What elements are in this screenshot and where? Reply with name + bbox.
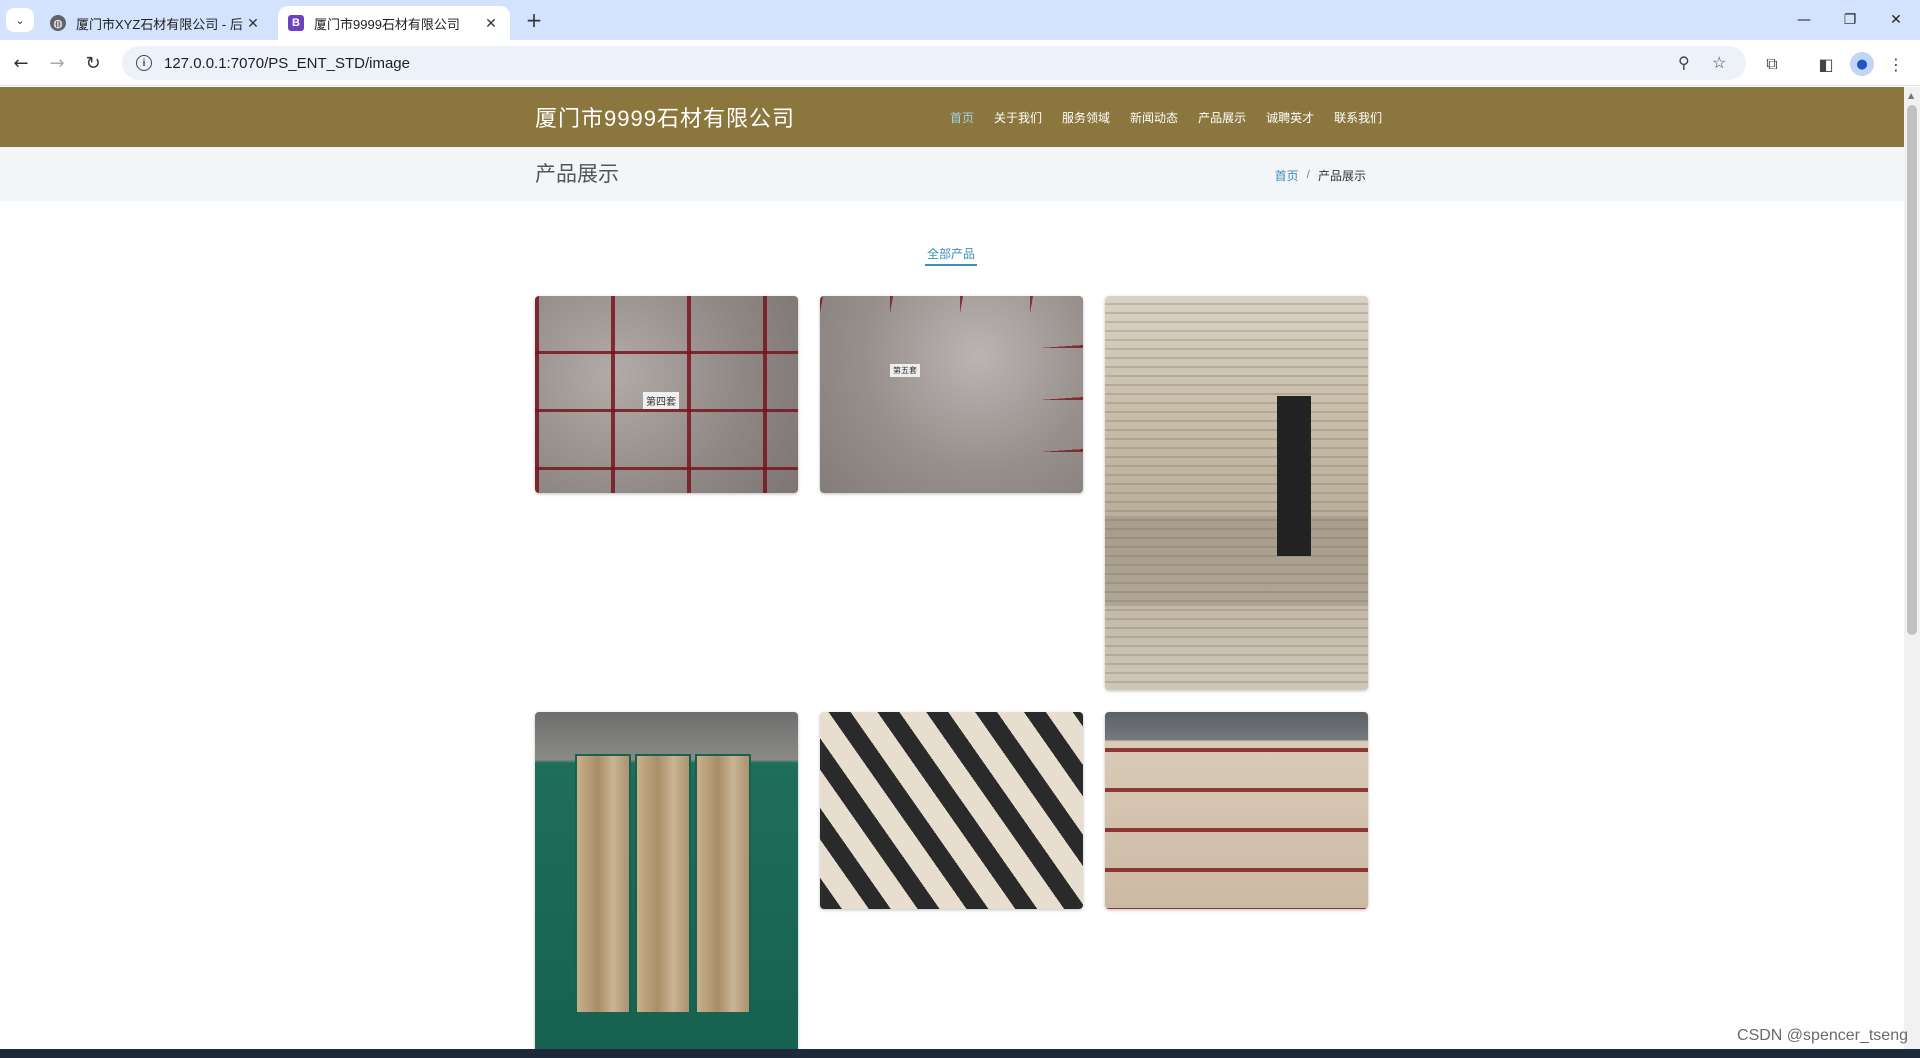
forward-icon[interactable]: →: [42, 48, 72, 78]
page-viewport: 厦门市9999石材有限公司 首页 关于我们 服务领域 新闻动态 产品展示 诚聘英…: [0, 87, 1904, 1049]
extensions-icon[interactable]: ⧉: [1760, 52, 1784, 76]
site-header: 厦门市9999石材有限公司 首页 关于我们 服务领域 新闻动态 产品展示 诚聘英…: [0, 87, 1904, 147]
tab-title: 厦门市XYZ石材有限公司 - 后台: [76, 16, 244, 32]
main-nav: 首页 关于我们 服务领域 新闻动态 产品展示 诚聘英才 联系我们: [940, 109, 1392, 126]
product-image-4[interactable]: [535, 712, 798, 1049]
product-image-5[interactable]: [820, 712, 1083, 909]
breadcrumb: 首页 / 产品展示: [1275, 167, 1366, 184]
address-bar[interactable]: i 127.0.0.1:7070/PS_ENT_STD/image ⚲ ☆: [122, 46, 1746, 80]
reload-icon[interactable]: ↻: [78, 48, 108, 78]
browser-tab-site[interactable]: B 厦门市9999石材有限公司 ✕: [278, 6, 510, 40]
close-window-button[interactable]: ✕: [1874, 4, 1918, 36]
breadcrumb-separator: /: [1306, 167, 1310, 181]
nav-item-products[interactable]: 产品展示: [1188, 109, 1256, 126]
nav-item-contact[interactable]: 联系我们: [1324, 109, 1392, 126]
product-image-2[interactable]: 第五套: [820, 296, 1083, 493]
nav-item-home[interactable]: 首页: [940, 109, 984, 126]
taskbar-strip: [0, 1049, 1920, 1058]
watermark: CSDN @spencer_tseng: [1737, 1027, 1908, 1044]
restore-button[interactable]: ❐: [1828, 4, 1872, 36]
zoom-icon[interactable]: ⚲: [1678, 46, 1690, 80]
product-image-3[interactable]: [1105, 296, 1368, 690]
nav-item-about[interactable]: 关于我们: [984, 109, 1052, 126]
browser-tab-admin[interactable]: ◍ 厦门市XYZ石材有限公司 - 后台 ✕: [40, 6, 272, 40]
globe-icon: ◍: [50, 15, 66, 31]
breadcrumb-current: 产品展示: [1317, 169, 1366, 183]
stone-slab: [635, 754, 691, 1014]
new-tab-button[interactable]: +: [520, 8, 548, 32]
browser-toolbar: ← → ↻ i 127.0.0.1:7070/PS_ENT_STD/image …: [0, 40, 1920, 86]
scroll-up-icon[interactable]: ▲: [1908, 91, 1914, 100]
product-image-6[interactable]: [1105, 712, 1368, 909]
minimize-button[interactable]: —: [1782, 4, 1826, 36]
page-titlebar: 产品展示 首页 / 产品展示: [0, 147, 1904, 201]
filter-all-products[interactable]: 全部产品: [925, 245, 978, 266]
url-text: 127.0.0.1:7070/PS_ENT_STD/image: [164, 54, 410, 72]
back-icon[interactable]: ←: [6, 48, 36, 78]
tab-title: 厦门市9999石材有限公司: [314, 16, 460, 32]
facade-band: [1105, 516, 1368, 606]
facade-window: [1277, 396, 1311, 556]
product-label: 第五套: [890, 364, 920, 377]
chevron-down-icon: ⌄: [15, 13, 25, 27]
side-panel-icon[interactable]: ◧: [1814, 52, 1838, 76]
profile-avatar-icon[interactable]: ●: [1850, 52, 1874, 76]
product-label: 第四套: [643, 392, 679, 409]
browser-tabbar: ⌄ ◍ 厦门市XYZ石材有限公司 - 后台 ✕ B 厦门市9999石材有限公司 …: [0, 0, 1920, 40]
nav-item-news[interactable]: 新闻动态: [1120, 109, 1188, 126]
stone-slab: [575, 754, 631, 1014]
close-tab-icon[interactable]: ✕: [244, 14, 262, 32]
tab-search-button[interactable]: ⌄: [6, 8, 34, 32]
scrollbar-thumb[interactable]: [1907, 105, 1917, 635]
product-image-1[interactable]: 第四套: [535, 296, 798, 493]
nav-item-services[interactable]: 服务领域: [1052, 109, 1120, 126]
stone-slab: [695, 754, 751, 1014]
page-title: 产品展示: [535, 163, 619, 186]
menu-kebab-icon[interactable]: ⋮: [1884, 52, 1908, 76]
nav-item-careers[interactable]: 诚聘英才: [1256, 109, 1324, 126]
breadcrumb-home-link[interactable]: 首页: [1275, 167, 1299, 184]
bookmark-star-icon[interactable]: ☆: [1712, 46, 1726, 80]
page-scrollbar[interactable]: ▲: [1904, 87, 1920, 1049]
bootstrap-icon: B: [288, 15, 304, 31]
close-tab-icon[interactable]: ✕: [482, 14, 500, 32]
site-brand[interactable]: 厦门市9999石材有限公司: [535, 101, 795, 133]
site-info-icon[interactable]: i: [136, 55, 152, 71]
